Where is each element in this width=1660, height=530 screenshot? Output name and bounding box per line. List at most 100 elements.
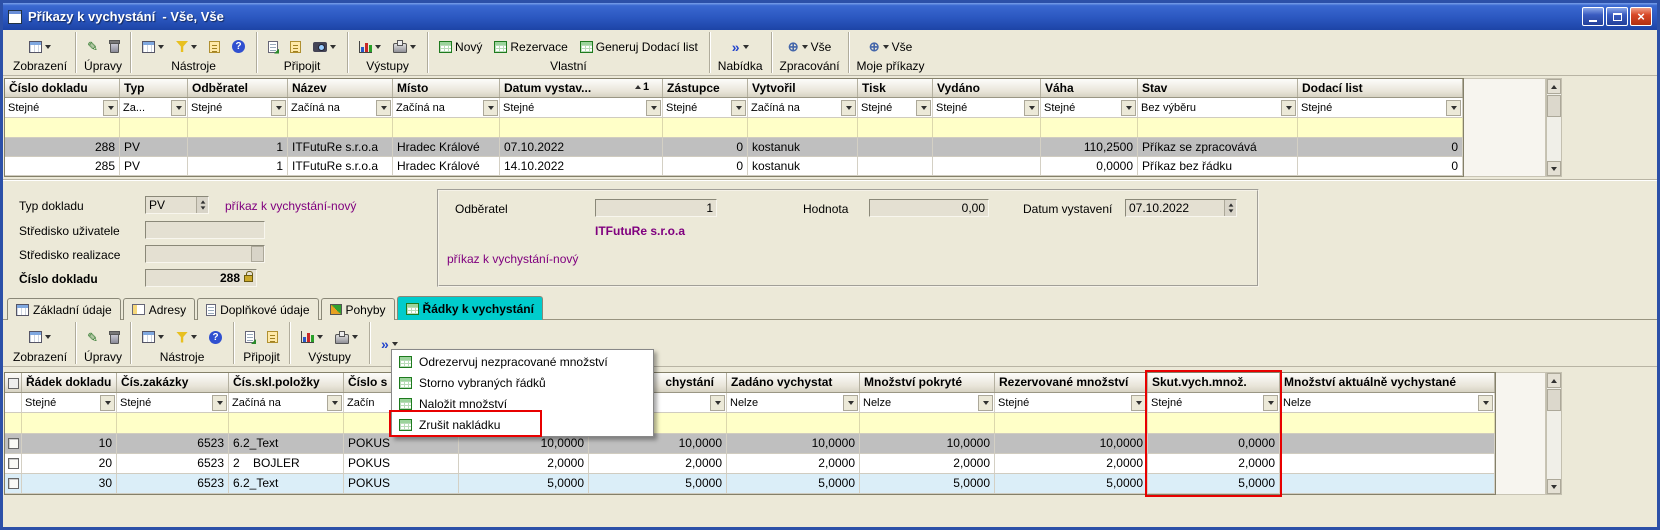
cell[interactable]: 10,0000 bbox=[727, 434, 860, 453]
cell[interactable] bbox=[1148, 413, 1280, 433]
cell[interactable]: 6523 bbox=[117, 434, 229, 453]
column-header[interactable]: Množství aktuálně vychystané bbox=[1280, 373, 1495, 392]
novy-button[interactable]: Nový bbox=[436, 38, 485, 56]
cell[interactable] bbox=[229, 413, 344, 433]
cell[interactable] bbox=[188, 118, 288, 137]
cell[interactable]: 2,0000 bbox=[727, 454, 860, 473]
help-button[interactable]: ? bbox=[206, 329, 225, 346]
cell[interactable] bbox=[858, 157, 933, 175]
cell[interactable]: 0 bbox=[1298, 157, 1463, 175]
menu-item-nalozit[interactable]: Naložit množství bbox=[393, 393, 652, 414]
cell[interactable]: 5,0000 bbox=[459, 474, 589, 493]
vertical-scrollbar[interactable] bbox=[1546, 78, 1562, 177]
typ-dokladu-field[interactable]: PV bbox=[145, 196, 209, 214]
tab-radky-k-vychystani[interactable]: Řádky k vychystání bbox=[397, 296, 543, 320]
cell[interactable] bbox=[1041, 118, 1138, 137]
cell[interactable] bbox=[933, 157, 1041, 175]
scrollbar-track[interactable] bbox=[1547, 388, 1561, 479]
filter-dropdown[interactable]: Stejné bbox=[663, 98, 748, 117]
edit-button[interactable]: ✎ bbox=[84, 38, 101, 55]
column-header[interactable]: Vydáno bbox=[933, 79, 1041, 97]
cell[interactable]: Hradec Králové bbox=[393, 157, 500, 175]
cell[interactable] bbox=[858, 118, 933, 137]
cell[interactable]: 6523 bbox=[117, 474, 229, 493]
cell[interactable]: 5,0000 bbox=[727, 474, 860, 493]
zobrazeni-button[interactable] bbox=[26, 39, 54, 55]
cell[interactable] bbox=[1280, 474, 1495, 493]
filter-button[interactable] bbox=[173, 39, 200, 54]
filter-dropdown[interactable]: Stejné bbox=[1148, 393, 1280, 412]
cell[interactable]: PV bbox=[120, 138, 188, 156]
tab-zakladni-udaje[interactable]: Základní údaje bbox=[7, 298, 121, 320]
delete-button[interactable] bbox=[107, 329, 122, 346]
cell[interactable]: PV bbox=[120, 157, 188, 175]
column-header[interactable]: Odběratel bbox=[188, 79, 288, 97]
hodnota-field[interactable]: 0,00 bbox=[869, 199, 989, 217]
filter-dropdown[interactable]: Stejné bbox=[188, 98, 288, 117]
cell[interactable]: 5,0000 bbox=[995, 474, 1148, 493]
attach-note-button[interactable] bbox=[242, 329, 258, 345]
scrollbar-track[interactable] bbox=[1547, 94, 1561, 161]
cell[interactable]: 2,0000 bbox=[860, 454, 995, 473]
cell[interactable]: 110,2500 bbox=[1041, 138, 1138, 156]
scroll-up-button[interactable] bbox=[1547, 373, 1561, 388]
column-header[interactable]: Číslo dokladu bbox=[5, 79, 120, 97]
cell[interactable]: 0 bbox=[663, 157, 748, 175]
cell[interactable] bbox=[1280, 454, 1495, 473]
cell[interactable] bbox=[1298, 118, 1463, 137]
filter-dropdown[interactable]: Nelze bbox=[860, 393, 995, 412]
menu-item-storno[interactable]: Storno vybraných řádků bbox=[393, 372, 652, 393]
filter-dropdown[interactable]: Stejné bbox=[1041, 98, 1138, 117]
cell[interactable]: ITFutuRe s.r.o.a bbox=[288, 157, 393, 175]
cell[interactable]: 6523 bbox=[117, 454, 229, 473]
cell[interactable] bbox=[288, 118, 393, 137]
rezervace-button[interactable]: Rezervace bbox=[491, 38, 570, 56]
cell[interactable]: kostanuk bbox=[748, 157, 858, 175]
column-header[interactable] bbox=[5, 373, 22, 392]
cell[interactable] bbox=[5, 434, 22, 453]
table-row[interactable]: 285PV1ITFutuRe s.r.o.aHradec Králové14.1… bbox=[5, 157, 1463, 176]
generuj-dodaci-list-button[interactable]: Generuj Dodací list bbox=[577, 38, 701, 56]
datum-vystaveni-field[interactable]: 07.10.2022 bbox=[1125, 199, 1237, 217]
tab-adresy[interactable]: Adresy bbox=[123, 298, 195, 320]
cell[interactable] bbox=[117, 413, 229, 433]
cell[interactable] bbox=[120, 118, 188, 137]
cell[interactable] bbox=[5, 413, 22, 433]
print-button[interactable] bbox=[390, 38, 419, 55]
cell[interactable]: 6.2_Text bbox=[229, 474, 344, 493]
cell[interactable]: 5,0000 bbox=[589, 474, 727, 493]
print-button[interactable] bbox=[332, 329, 361, 346]
cell[interactable]: 0 bbox=[1298, 138, 1463, 156]
menu-item-odrezervuj[interactable]: Odrezervuj nezpracované množství bbox=[393, 351, 652, 372]
cell[interactable] bbox=[727, 413, 860, 433]
column-header[interactable]: Vytvořil bbox=[748, 79, 858, 97]
cell[interactable] bbox=[1138, 118, 1298, 137]
table-tools-button[interactable] bbox=[139, 39, 167, 55]
cell[interactable]: Hradec Králové bbox=[393, 138, 500, 156]
cell[interactable] bbox=[858, 138, 933, 156]
filter-dropdown[interactable]: Stejné bbox=[22, 393, 117, 412]
edit-button[interactable]: ✎ bbox=[84, 329, 101, 346]
browse-button[interactable] bbox=[251, 246, 264, 262]
help-button[interactable]: ? bbox=[229, 38, 248, 55]
column-header[interactable]: Skut.vych.množ. bbox=[1148, 373, 1280, 392]
cell[interactable]: 10,0000 bbox=[995, 434, 1148, 453]
attach-photo-button[interactable] bbox=[310, 40, 339, 54]
scrollbar-thumb[interactable] bbox=[1547, 389, 1561, 411]
column-header[interactable]: Tisk bbox=[858, 79, 933, 97]
cell[interactable] bbox=[748, 118, 858, 137]
cislo-dokladu-field[interactable]: 288 bbox=[145, 269, 257, 287]
filter-dropdown[interactable] bbox=[5, 393, 22, 412]
filter-dropdown[interactable]: Stejné bbox=[858, 98, 933, 117]
filter-dropdown[interactable]: Stejné bbox=[933, 98, 1041, 117]
attach-list-button[interactable] bbox=[287, 39, 304, 55]
cell[interactable]: 0,0000 bbox=[1041, 157, 1138, 175]
filter-dropdown[interactable]: Stejné bbox=[117, 393, 229, 412]
table-row-selected[interactable]: 288PV1ITFutuRe s.r.o.aHradec Králové07.1… bbox=[5, 138, 1463, 157]
filter-dropdown[interactable]: Začíná na bbox=[393, 98, 500, 117]
filter-dropdown[interactable]: Stejné bbox=[1298, 98, 1463, 117]
stredisko-realizace-field[interactable] bbox=[145, 245, 265, 263]
cell[interactable] bbox=[933, 138, 1041, 156]
cell[interactable]: Příkaz bez řádku bbox=[1138, 157, 1298, 175]
cell[interactable]: 07.10.2022 bbox=[500, 138, 663, 156]
